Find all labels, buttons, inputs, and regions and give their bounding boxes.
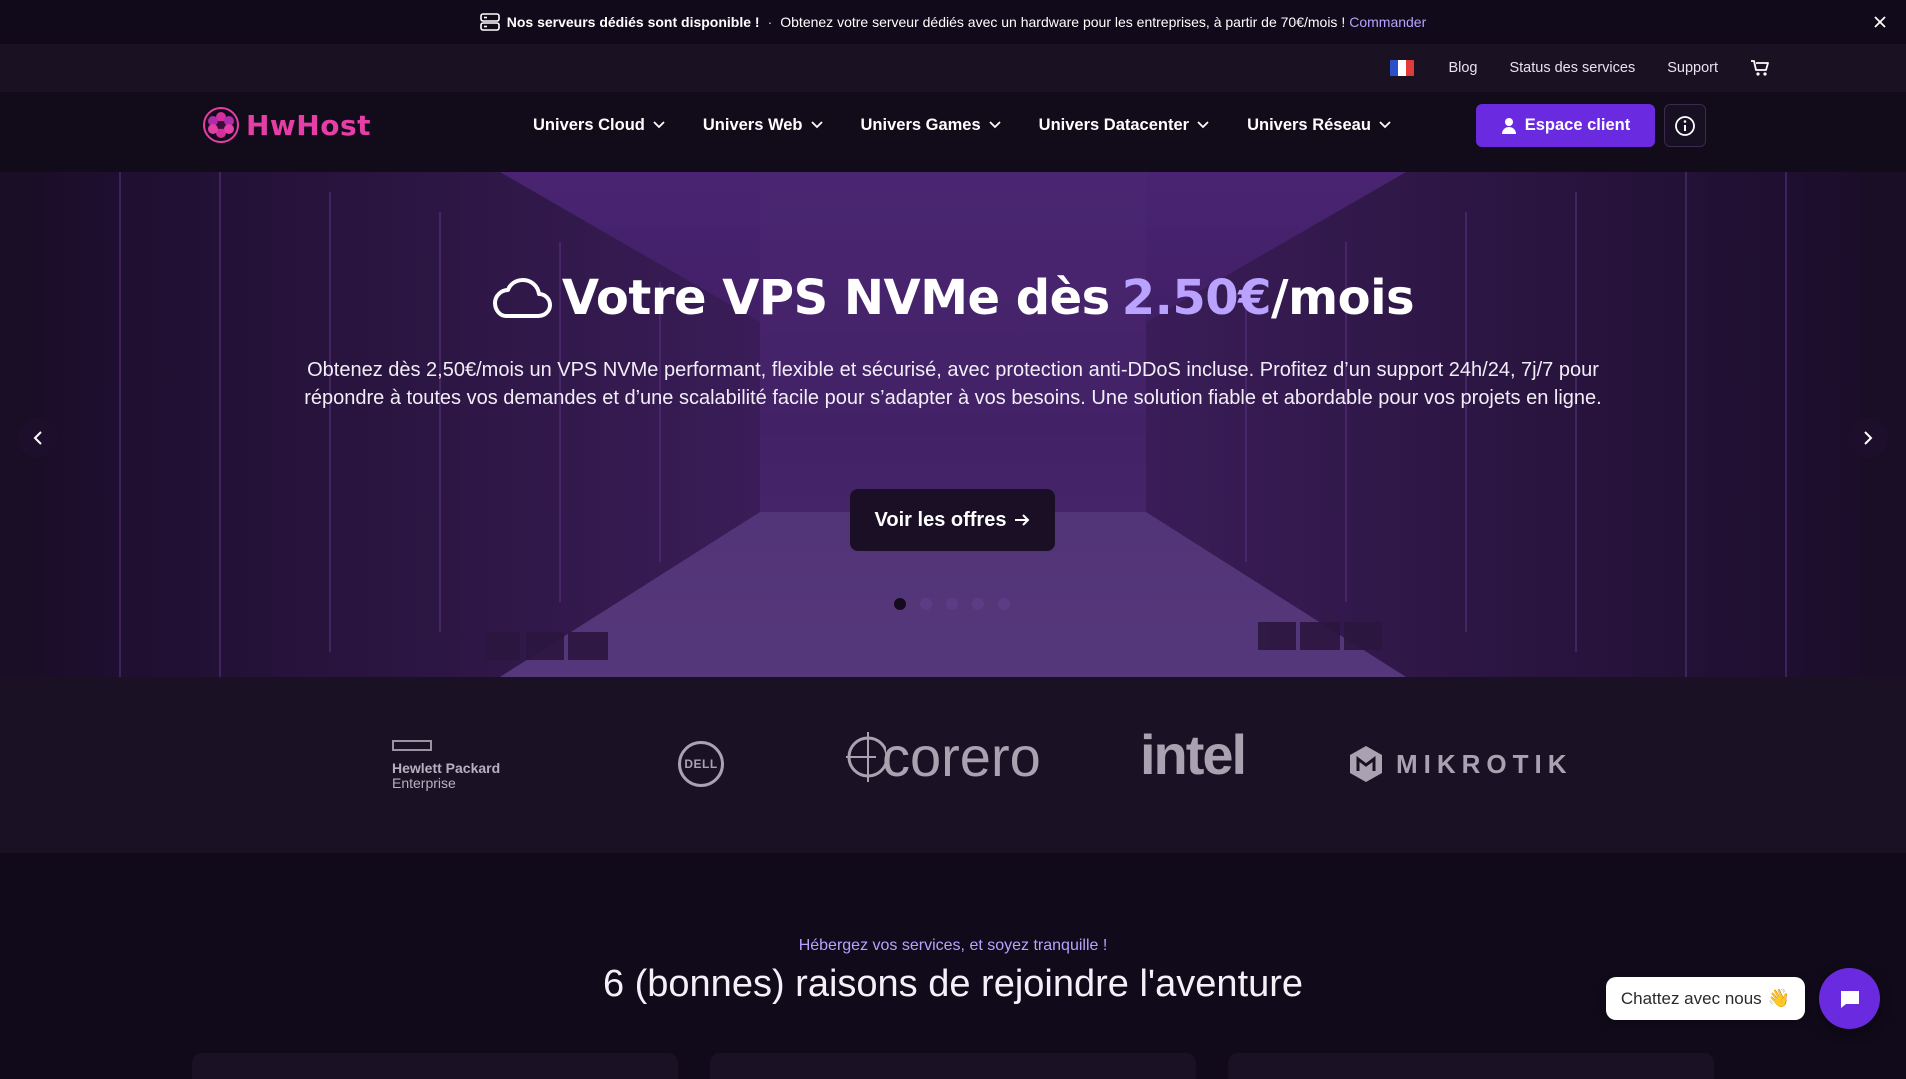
announcement-order-link[interactable]: Commander xyxy=(1349,14,1426,30)
chevron-right-icon xyxy=(1864,431,1873,445)
status-link[interactable]: Status des services xyxy=(1509,60,1635,76)
chat-prompt-bubble[interactable]: Chattez avec nous 👋 xyxy=(1606,977,1805,1020)
menu-label: Univers Réseau xyxy=(1247,115,1371,134)
mikrotik-logo: MIKROTIK xyxy=(1348,745,1573,783)
cloud-icon xyxy=(492,278,552,318)
intel-text: intel xyxy=(1140,723,1247,786)
menu-univers-web[interactable]: Univers Web xyxy=(703,116,823,135)
info-button[interactable] xyxy=(1664,104,1706,147)
slider-dot-4[interactable] xyxy=(972,598,984,610)
menu-label: Univers Cloud xyxy=(533,115,645,134)
announcement-text: Obtenez votre serveur dédiés avec un har… xyxy=(780,14,1346,30)
hpe-rectangle-icon xyxy=(392,740,432,751)
corero-text: corero xyxy=(882,725,1041,788)
corero-logo: corero xyxy=(846,729,1041,785)
dell-text: DELL xyxy=(684,757,718,771)
logo[interactable]: HwHost xyxy=(202,106,371,144)
slider-dot-2[interactable] xyxy=(920,598,932,610)
chevron-left-icon xyxy=(33,431,42,445)
chevron-down-icon xyxy=(1197,121,1209,129)
slider-dots xyxy=(894,598,1024,610)
menu-label: Univers Web xyxy=(702,115,803,134)
arrow-right-icon xyxy=(1015,514,1030,526)
cart-icon[interactable] xyxy=(1750,59,1770,77)
blog-link[interactable]: Blog xyxy=(1448,60,1477,76)
reason-card xyxy=(1228,1053,1714,1079)
chevron-down-icon xyxy=(989,121,1001,129)
chevron-down-icon xyxy=(653,121,665,129)
reasons-eyebrow: Hébergez vos services, et soyez tranquil… xyxy=(798,937,1108,954)
client-area-label: Espace client xyxy=(1524,116,1631,134)
partners-strip: Hewlett Packard Enterprise DELL corero i… xyxy=(0,677,1906,853)
slider-dot-1[interactable] xyxy=(894,598,906,610)
server-icon xyxy=(479,13,500,31)
hero-slider: Votre VPS NVMe dès 2.50€ /mois Obtenez d… xyxy=(0,172,1906,677)
chat-prompt-label: Chattez avec nous xyxy=(1620,988,1762,1008)
menu-label: Univers Games xyxy=(860,115,981,134)
reason-card xyxy=(192,1053,678,1079)
wave-emoji: 👋 xyxy=(1767,988,1791,1008)
intel-logo: intel xyxy=(1140,723,1247,786)
announcement-bar: Nos serveurs dédiés sont disponible ! · … xyxy=(0,0,1906,44)
close-icon[interactable] xyxy=(1870,12,1890,32)
chat-launcher-button[interactable] xyxy=(1819,968,1880,1029)
menu-univers-games[interactable]: Univers Games xyxy=(861,116,1001,135)
main-menu: Univers Cloud Univers Web Univers Games … xyxy=(533,92,1429,158)
utility-bar: Blog Status des services Support xyxy=(0,44,1906,92)
hpe-logo: Hewlett Packard Enterprise xyxy=(392,739,500,791)
menu-univers-cloud[interactable]: Univers Cloud xyxy=(533,116,665,135)
menu-label: Univers Datacenter xyxy=(1038,115,1190,134)
france-flag-icon[interactable] xyxy=(1390,60,1415,76)
user-icon xyxy=(1501,117,1516,134)
chat-icon xyxy=(1840,990,1859,1008)
hpe-subname: Enterprise xyxy=(392,775,456,791)
mikrotik-text: MIKROTIK xyxy=(1396,748,1573,779)
logo-text: HwHost xyxy=(246,108,372,142)
dell-logo: DELL xyxy=(678,741,724,787)
view-offers-label: Voir les offres xyxy=(874,508,1007,531)
chevron-down-icon xyxy=(1379,121,1391,129)
hero-title-prefix: Votre VPS NVMe dès xyxy=(561,270,1110,326)
slider-dot-3[interactable] xyxy=(946,598,958,610)
slider-next-button[interactable] xyxy=(1848,418,1888,458)
hero-description: Obtenez dès 2,50€/mois un VPS NVMe perfo… xyxy=(304,359,1602,409)
menu-univers-reseau[interactable]: Univers Réseau xyxy=(1247,116,1391,135)
mikrotik-hex-icon xyxy=(1350,746,1382,782)
hpe-name: Hewlett Packard xyxy=(392,760,501,776)
client-area-button[interactable]: Espace client xyxy=(1476,104,1655,147)
reason-card xyxy=(710,1053,1196,1079)
slider-prev-button[interactable] xyxy=(18,418,58,458)
support-link[interactable]: Support xyxy=(1667,60,1718,76)
hero-title-price: 2.50€ xyxy=(1121,270,1272,326)
chevron-down-icon xyxy=(810,121,823,129)
slider-dot-5[interactable] xyxy=(998,598,1010,610)
logo-flower-icon xyxy=(203,107,239,143)
hero-title: Votre VPS NVMe dès 2.50€ /mois xyxy=(0,270,1906,326)
hero-title-suffix: /mois xyxy=(1271,270,1415,326)
menu-univers-datacenter[interactable]: Univers Datacenter xyxy=(1039,116,1209,135)
corero-crosshair-icon xyxy=(846,732,886,782)
view-offers-button[interactable]: Voir les offres xyxy=(850,489,1055,551)
info-icon xyxy=(1675,115,1695,136)
announcement-title: Nos serveurs dédiés sont disponible ! xyxy=(506,14,760,30)
reasons-section: Hébergez vos services, et soyez tranquil… xyxy=(0,853,1906,1079)
announcement-separator: · xyxy=(767,14,773,30)
main-nav: HwHost Univers Cloud Univers Web Univers… xyxy=(0,92,1906,172)
